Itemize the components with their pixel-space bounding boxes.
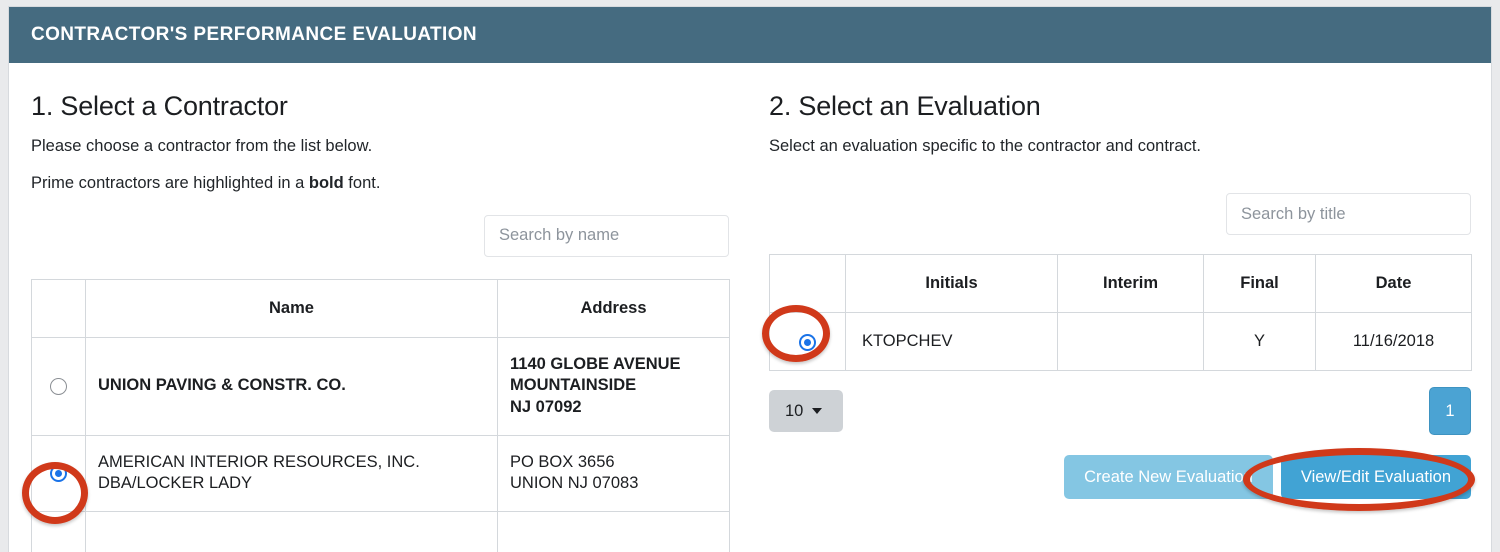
address-line: NJ 07092: [510, 398, 582, 417]
page-title: CONTRACTOR'S PERFORMANCE EVALUATION: [31, 24, 478, 45]
contractor-step-title: 1. Select a Contractor: [31, 91, 288, 121]
contractor-col-address: Address: [497, 278, 730, 338]
evaluation-row-radio-cell[interactable]: [769, 312, 846, 372]
table-row[interactable]: [31, 510, 730, 552]
table-row[interactable]: KTOPCHEV Y 11/16/2018: [769, 312, 1472, 372]
contractor-section: 1. Select a Contractor Please choose a c…: [9, 63, 751, 552]
screenshot-root: CONTRACTOR'S PERFORMANCE EVALUATION 1. S…: [0, 0, 1500, 552]
contractor-row-radio-cell[interactable]: [31, 336, 86, 436]
contractor-row-name: AMERICAN INTERIOR RESOURCES, INC. DBA/LO…: [85, 434, 498, 512]
table-row[interactable]: UNION PAVING & CONSTR. CO. 1140 GLOBE AV…: [31, 336, 730, 436]
contractor-table: Name Address UNION PAVING & CONSTR. CO. …: [31, 278, 730, 552]
contractor-row-name: [85, 510, 498, 552]
address-line: PO BOX 3656: [510, 452, 615, 471]
page-number-label: 1: [1445, 401, 1455, 420]
page-number-button[interactable]: 1: [1429, 387, 1471, 436]
table-row[interactable]: AMERICAN INTERIOR RESOURCES, INC. DBA/LO…: [31, 434, 730, 512]
evaluation-table-header-row: Initials Interim Final Date: [769, 254, 1472, 314]
evaluation-table: Initials Interim Final Date KTOPCHEV Y 1…: [769, 254, 1472, 372]
evaluation-step-description: Select an evaluation specific to the con…: [769, 137, 1201, 155]
contractor-row-name: UNION PAVING & CONSTR. CO.: [85, 336, 498, 436]
evaluation-section: 2. Select an Evaluation Select an evalua…: [751, 63, 1493, 552]
contractor-table-header-row: Name Address: [31, 278, 730, 338]
contractor-col-name: Name: [85, 278, 498, 338]
page-size-dropdown[interactable]: 10: [769, 390, 843, 433]
contractor-step-description: Please choose a contractor from the list…: [31, 137, 373, 155]
evaluation-col-select: [769, 254, 846, 314]
contractor-search-row: [31, 214, 729, 257]
contractor-search-input[interactable]: [484, 214, 729, 257]
contractor-bold-note-keyword: bold: [308, 174, 344, 193]
chevron-down-icon: [812, 408, 823, 415]
contractor-radio-unselected[interactable]: [50, 377, 67, 395]
contractor-bold-note-suffix: font.: [343, 174, 381, 193]
panel-header: CONTRACTOR'S PERFORMANCE EVALUATION: [9, 7, 1491, 63]
view-edit-evaluation-button[interactable]: View/Edit Evaluation: [1280, 455, 1471, 500]
contractor-radio-selected[interactable]: [50, 464, 67, 482]
contractor-col-select: [31, 278, 86, 338]
evaluation-col-final: Final: [1203, 254, 1316, 314]
evaluation-search-input[interactable]: [1226, 193, 1471, 236]
evaluation-row-initials: KTOPCHEV: [845, 312, 1058, 372]
evaluation-row-interim: [1057, 312, 1204, 372]
create-new-evaluation-button[interactable]: Create New Evaluation: [1064, 455, 1273, 500]
evaluation-row-final: Y: [1203, 312, 1316, 372]
panel-body: 1. Select a Contractor Please choose a c…: [9, 63, 1491, 552]
evaluation-action-buttons: Create New Evaluation View/Edit Evaluati…: [769, 455, 1471, 500]
evaluation-search-row: [769, 193, 1471, 236]
contractor-row-radio-cell[interactable]: [31, 434, 86, 512]
contractor-row-address: 1140 GLOBE AVENUE MOUNTAINSIDE NJ 07092: [497, 336, 730, 436]
evaluation-step-title: 2. Select an Evaluation: [769, 91, 1041, 121]
evaluation-col-interim: Interim: [1057, 254, 1204, 314]
address-line: UNION NJ 07083: [510, 474, 639, 493]
contractor-row-radio-cell[interactable]: [31, 510, 86, 552]
name-line: AMERICAN INTERIOR RESOURCES, INC.: [98, 452, 420, 471]
contractor-bold-note-prefix: Prime contractors are highlighted in a: [31, 174, 309, 193]
address-line: 1140 GLOBE AVENUE: [510, 354, 681, 373]
contractor-row-address: [497, 510, 730, 552]
evaluation-row-date: 11/16/2018: [1315, 312, 1472, 372]
evaluation-col-initials: Initials: [845, 254, 1058, 314]
evaluation-radio-selected[interactable]: [799, 333, 816, 351]
address-line: MOUNTAINSIDE: [510, 376, 637, 395]
contractor-bold-note: Prime contractors are highlighted in a b…: [31, 173, 729, 194]
page-size-value: 10: [785, 401, 804, 420]
evaluation-col-date: Date: [1315, 254, 1472, 314]
name-line: DBA/LOCKER LADY: [98, 474, 253, 493]
contractor-row-address: PO BOX 3656 UNION NJ 07083: [497, 434, 730, 512]
pagination-row: 10 1: [769, 387, 1471, 436]
evaluation-panel-card: CONTRACTOR'S PERFORMANCE EVALUATION 1. S…: [8, 6, 1492, 552]
